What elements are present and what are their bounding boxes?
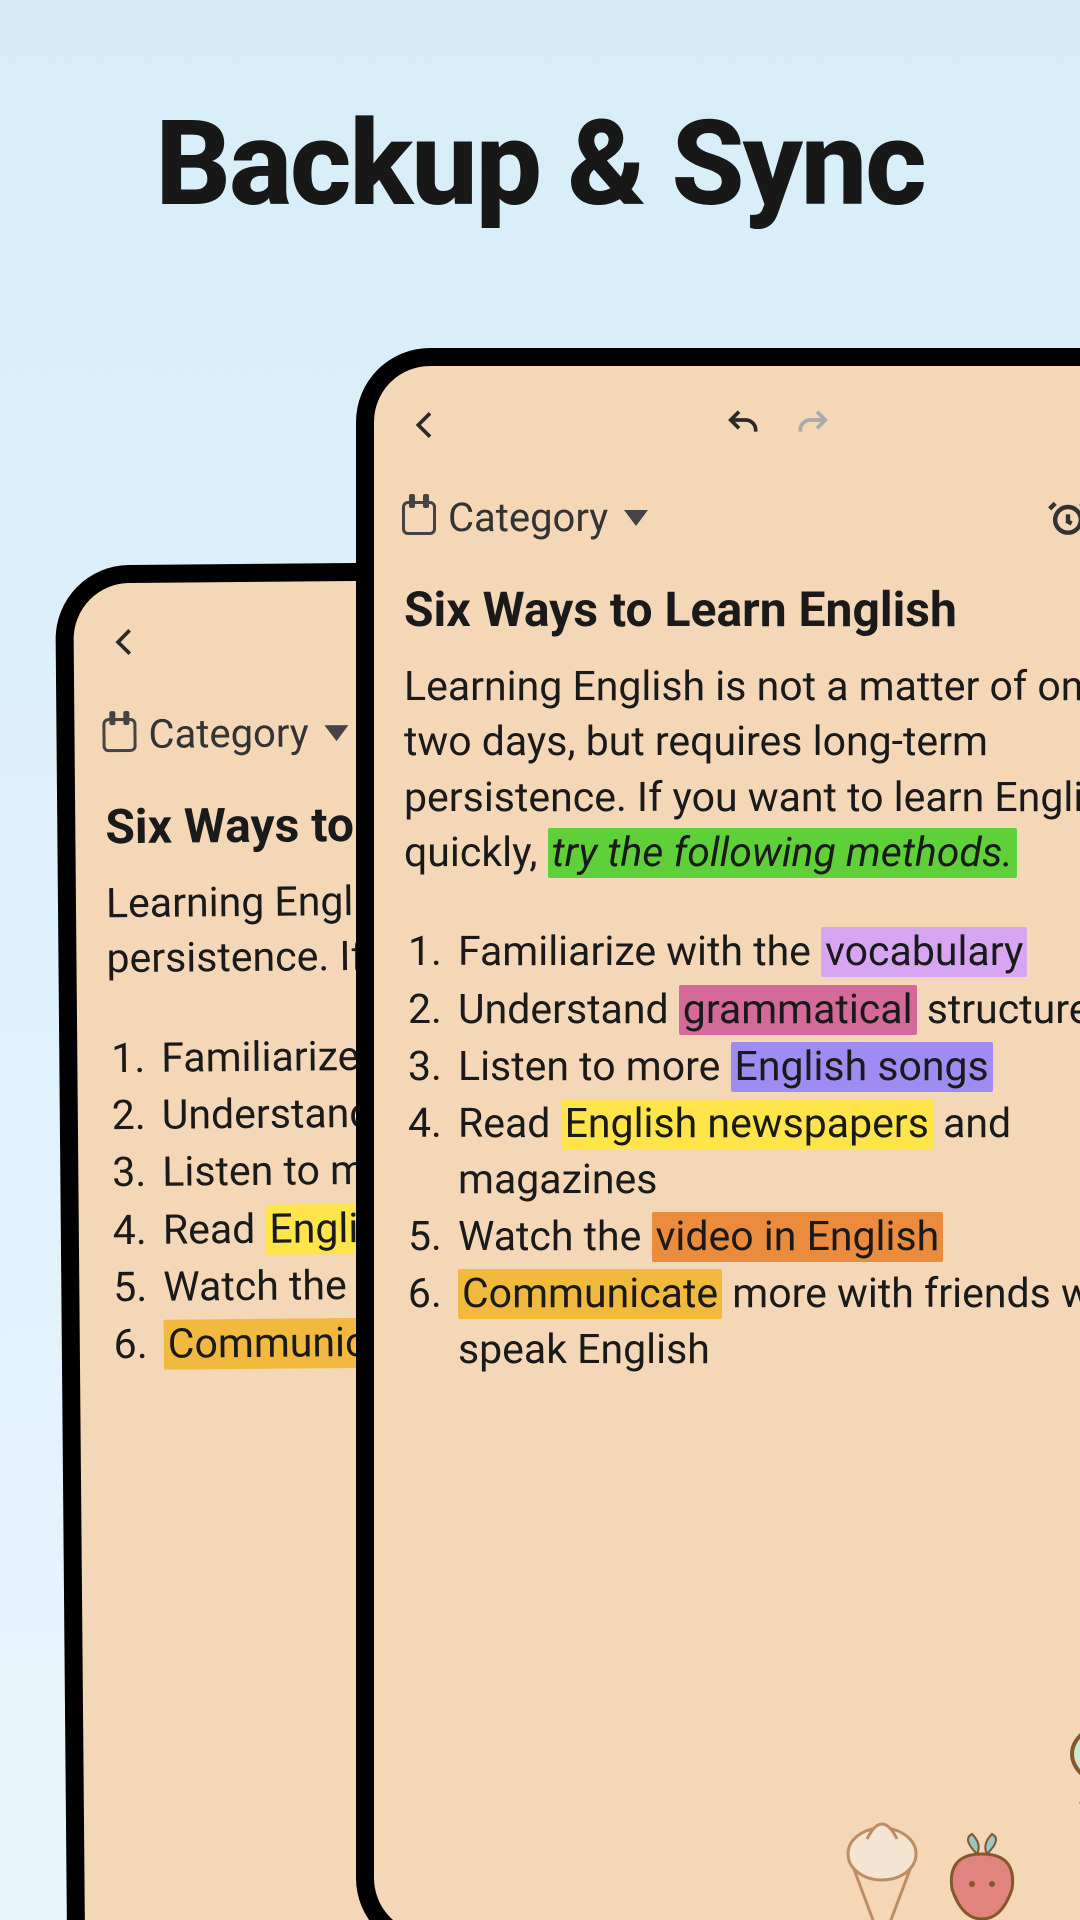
highlight: grammatical bbox=[679, 985, 917, 1035]
list-item: Communicate more with friends who speak … bbox=[452, 1267, 1080, 1378]
list-item: Watch the video in English bbox=[452, 1210, 1080, 1265]
list-item: Read English newspapers and magazines bbox=[452, 1097, 1080, 1208]
back-icon[interactable] bbox=[396, 396, 454, 454]
note-body[interactable]: Learning English is not a matter of one … bbox=[374, 654, 1080, 881]
chevron-down-icon bbox=[624, 510, 648, 526]
chevron-down-icon bbox=[325, 725, 349, 741]
category-selector[interactable]: Category bbox=[398, 488, 652, 547]
list-item: Understand grammatical structure bbox=[452, 983, 1080, 1038]
note-title: Six Ways to Learn English bbox=[374, 547, 1080, 654]
category-selector[interactable]: Category bbox=[98, 703, 353, 764]
highlight: English newspapers bbox=[561, 1099, 933, 1149]
alarm-icon[interactable] bbox=[1044, 494, 1080, 542]
phone-front: Category Six Ways to Learn English Learn… bbox=[358, 350, 1080, 1920]
list-item: Listen to more English songs bbox=[452, 1040, 1080, 1095]
highlight: try the following methods. bbox=[548, 828, 1017, 878]
highlight: vocabulary bbox=[821, 927, 1027, 977]
undo-icon[interactable] bbox=[715, 396, 773, 454]
category-label: Category bbox=[148, 709, 309, 757]
hero-title: Backup & Sync bbox=[0, 95, 1080, 233]
archive-icon bbox=[102, 717, 136, 751]
redo-icon bbox=[783, 396, 841, 454]
highlight: Communicate bbox=[458, 1269, 722, 1319]
archive-icon bbox=[402, 501, 436, 535]
back-icon[interactable] bbox=[95, 613, 154, 672]
sticker-doodle bbox=[802, 1564, 1080, 1920]
highlight: video in English bbox=[652, 1212, 944, 1262]
list-item: Familiarize with the vocabulary bbox=[452, 925, 1080, 980]
category-label: Category bbox=[448, 494, 608, 541]
highlight: English songs bbox=[731, 1042, 993, 1092]
note-list[interactable]: Familiarize with the vocabularyUnderstan… bbox=[374, 881, 1080, 1378]
